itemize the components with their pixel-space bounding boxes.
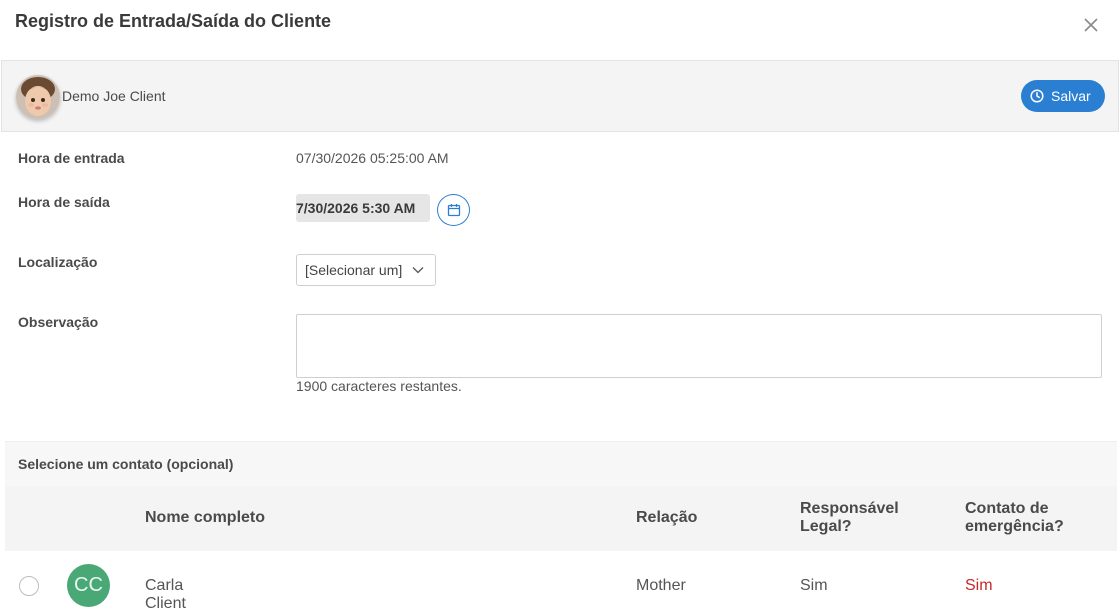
column-legal-guardian-line1: Responsável xyxy=(800,500,899,517)
notes-textarea[interactable] xyxy=(296,314,1102,378)
contact-avatar: CC xyxy=(67,564,110,607)
column-emergency-line1: Contato de xyxy=(965,500,1049,517)
save-button[interactable]: Salvar xyxy=(1021,80,1105,112)
column-legal-guardian: Responsável Legal? xyxy=(800,500,899,536)
location-label: Localização xyxy=(18,254,98,270)
child-photo-icon xyxy=(16,75,60,119)
column-legal-guardian-line2: Legal? xyxy=(800,518,852,535)
column-emergency-contact: Contato de emergência? xyxy=(965,500,1064,536)
contact-section-title: Selecione um contato (opcional) xyxy=(5,441,1117,486)
chars-remaining: 1900 caracteres restantes. xyxy=(296,378,462,394)
close-button[interactable] xyxy=(1081,15,1101,35)
client-name: Demo Joe Client xyxy=(62,88,166,104)
contact-emergency: Sim xyxy=(965,577,993,594)
check-in-out-modal: Registro de Entrada/Saída do Cliente Dem… xyxy=(0,0,1120,612)
contact-radio[interactable] xyxy=(19,576,39,596)
checkin-value: 07/30/2026 05:25:00 AM xyxy=(296,150,449,166)
modal-title: Registro de Entrada/Saída do Cliente xyxy=(15,11,332,31)
calendar-icon xyxy=(447,204,460,217)
column-relation: Relação xyxy=(636,509,698,526)
checkout-datetime-input[interactable]: 7/30/2026 5:30 AM xyxy=(296,194,430,222)
checkout-label: Hora de saída xyxy=(18,194,110,210)
client-bar: Demo Joe Client Salvar xyxy=(1,60,1119,132)
column-emergency-line2: emergência? xyxy=(965,518,1064,535)
contact-legal-guardian: Sim xyxy=(800,577,828,594)
contact-relation: Mother xyxy=(636,577,686,594)
column-full-name: Nome completo xyxy=(145,509,266,526)
close-icon xyxy=(1084,18,1098,32)
client-avatar xyxy=(16,75,60,119)
chevron-down-icon xyxy=(412,267,424,274)
checkin-label: Hora de entrada xyxy=(18,150,125,166)
location-select-value: [Selecionar um] xyxy=(305,262,403,278)
location-select[interactable]: [Selecionar um] xyxy=(296,254,436,286)
clock-icon xyxy=(1030,89,1044,103)
contact-full-name: Carla Client xyxy=(145,577,186,612)
contacts-table-header: Nome completo Relação Responsável Legal?… xyxy=(5,486,1117,551)
save-button-label: Salvar xyxy=(1051,88,1091,104)
notes-label: Observação xyxy=(18,314,99,330)
calendar-button[interactable] xyxy=(437,194,470,226)
